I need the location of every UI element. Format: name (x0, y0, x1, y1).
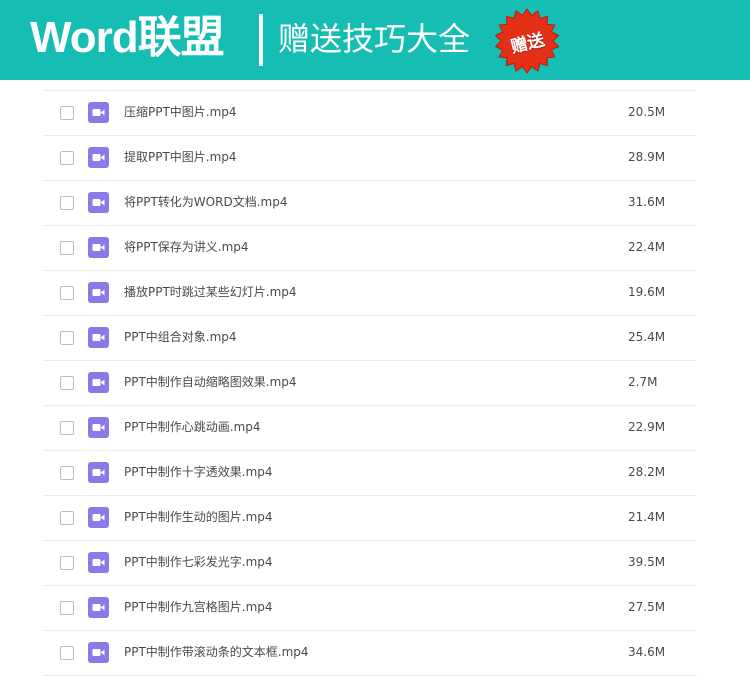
file-row[interactable]: PPT中制作心跳动画.mp4 22.9M (43, 406, 697, 451)
file-row[interactable]: PPT中制作七彩发光字.mp4 39.5M (43, 541, 697, 586)
file-row[interactable]: 压缩PPT中图片.mp4 20.5M (43, 91, 697, 136)
video-file-icon (88, 102, 109, 123)
file-checkbox[interactable] (60, 421, 74, 435)
file-name[interactable]: PPT中制作自动缩略图效果.mp4 (124, 361, 297, 404)
video-file-icon (88, 462, 109, 483)
file-name[interactable]: 播放PPT时跳过某些幻灯片.mp4 (124, 271, 297, 314)
file-size: 20.5M (628, 105, 666, 119)
file-row[interactable]: PPT中制作十字透效果.mp4 28.2M (43, 451, 697, 496)
file-row[interactable]: 播放PPT时跳过某些幻灯片.mp4 19.6M (43, 271, 697, 316)
file-checkbox[interactable] (60, 646, 74, 660)
file-name[interactable]: PPT中制作九宫格图片.mp4 (124, 586, 273, 629)
file-name[interactable]: PPT中组合对象.mp4 (124, 316, 237, 359)
word-lianmeng-logo: Word联盟 (30, 13, 225, 62)
video-file-icon (88, 282, 109, 303)
file-row[interactable]: 将PPT保存为讲义.mp4 22.4M (43, 226, 697, 271)
file-size: 28.2M (628, 465, 666, 479)
file-name[interactable]: 提取PPT中图片.mp4 (124, 136, 237, 179)
file-name[interactable]: 将PPT保存为讲义.mp4 (124, 226, 249, 269)
file-checkbox[interactable] (60, 106, 74, 120)
file-size: 39.5M (628, 555, 666, 569)
file-row[interactable]: 提取PPT中图片.mp4 28.9M (43, 136, 697, 181)
file-name[interactable]: PPT中制作心跳动画.mp4 (124, 406, 261, 449)
video-file-icon (88, 552, 109, 573)
file-size: 19.6M (628, 285, 666, 299)
file-checkbox[interactable] (60, 376, 74, 390)
video-file-icon (88, 642, 109, 663)
video-file-icon (88, 237, 109, 258)
file-checkbox[interactable] (60, 151, 74, 165)
file-size: 34.6M (628, 645, 666, 659)
file-checkbox[interactable] (60, 331, 74, 345)
file-checkbox[interactable] (60, 601, 74, 615)
file-size: 31.6M (628, 195, 666, 209)
file-size: 27.5M (628, 600, 666, 614)
file-row[interactable]: 将PPT转化为WORD文档.mp4 31.6M (43, 181, 697, 226)
file-size: 25.4M (628, 330, 666, 344)
file-size: 22.4M (628, 240, 666, 254)
file-checkbox[interactable] (60, 196, 74, 210)
file-size: 28.9M (628, 150, 666, 164)
file-size: 22.9M (628, 420, 666, 434)
file-name[interactable]: 压缩PPT中图片.mp4 (124, 91, 237, 134)
video-file-icon (88, 372, 109, 393)
file-name[interactable]: PPT中制作七彩发光字.mp4 (124, 541, 273, 584)
file-size: 2.7M (628, 375, 658, 389)
file-name[interactable]: 将PPT转化为WORD文档.mp4 (124, 181, 287, 224)
file-row[interactable]: PPT中组合对象.mp4 25.4M (43, 316, 697, 361)
file-row[interactable]: PPT中制作生动的图片.mp4 21.4M (43, 496, 697, 541)
file-checkbox[interactable] (60, 241, 74, 255)
video-file-icon (88, 507, 109, 528)
file-checkbox[interactable] (60, 556, 74, 570)
banner-subtitle: 赠送技巧大全 (278, 20, 471, 58)
file-checkbox[interactable] (60, 466, 74, 480)
file-row[interactable]: PPT中制作九宫格图片.mp4 27.5M (43, 586, 697, 631)
banner-divider (259, 14, 263, 66)
file-checkbox[interactable] (60, 511, 74, 525)
file-size: 21.4M (628, 510, 666, 524)
video-file-icon (88, 327, 109, 348)
gift-badge: 赠送 (494, 8, 560, 74)
file-name[interactable]: PPT中制作生动的图片.mp4 (124, 496, 273, 539)
file-list: 压缩PPT中图片.mp4 20.5M 提取PPT中图片.mp4 28.9M 将P… (43, 90, 697, 676)
file-row[interactable]: PPT中制作自动缩略图效果.mp4 2.7M (43, 361, 697, 406)
video-file-icon (88, 192, 109, 213)
video-file-icon (88, 597, 109, 618)
header-banner: Word联盟 赠送技巧大全 赠送 (0, 0, 750, 80)
video-file-icon (88, 147, 109, 168)
file-name[interactable]: PPT中制作带滚动条的文本框.mp4 (124, 631, 309, 674)
file-checkbox[interactable] (60, 286, 74, 300)
file-row[interactable]: PPT中制作带滚动条的文本框.mp4 34.6M (43, 631, 697, 676)
video-file-icon (88, 417, 109, 438)
file-name[interactable]: PPT中制作十字透效果.mp4 (124, 451, 273, 494)
